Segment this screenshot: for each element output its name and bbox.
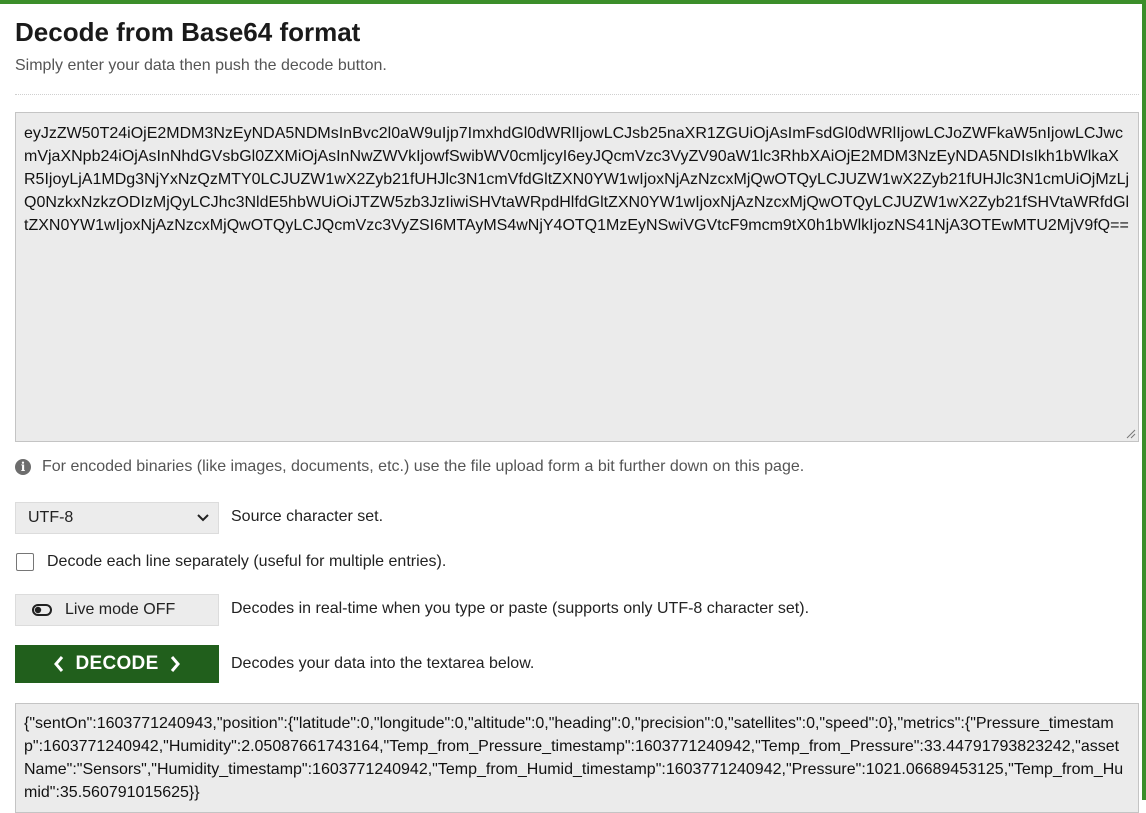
base64-input-textarea[interactable]: eyJzZW50T24iOjE2MDM3NzEyNDA5NDMsInBvc2l0… — [15, 112, 1139, 442]
chevron-down-icon — [197, 514, 209, 522]
page-subtitle: Simply enter your data then push the dec… — [15, 57, 387, 74]
line-option-row: Decode each line separately (useful for … — [15, 553, 446, 571]
page-title: Decode from Base64 format — [15, 17, 361, 47]
chevron-left-icon — [54, 656, 64, 672]
decode-button-label: DECODE — [75, 653, 159, 674]
live-mode-label: Live mode OFF — [65, 601, 176, 618]
info-text: For encoded binaries (like images, docum… — [42, 458, 805, 475]
decode-each-line-checkbox[interactable] — [16, 553, 34, 571]
resize-handle-icon[interactable] — [1125, 428, 1136, 439]
live-mode-description: Decodes in real-time when you type or pa… — [231, 600, 810, 617]
charset-select[interactable]: UTF-8 — [15, 502, 219, 534]
decoded-output-textarea[interactable]: {"sentOn":1603771240943,"position":{"lat… — [15, 703, 1139, 813]
chevron-right-icon — [170, 656, 180, 672]
toggle-off-icon — [32, 604, 52, 616]
decode-button[interactable]: DECODE — [15, 645, 219, 683]
charset-selected-value: UTF-8 — [28, 509, 74, 526]
line-option-label: Decode each line separately (useful for … — [47, 553, 447, 570]
live-mode-button[interactable]: Live mode OFF — [15, 594, 219, 626]
binary-info: i For encoded binaries (like images, doc… — [15, 458, 804, 476]
divider — [15, 94, 1139, 95]
charset-label: Source character set. — [231, 508, 384, 525]
decode-description: Decodes your data into the textarea belo… — [231, 655, 535, 672]
output-text: {"sentOn":1603771240943,"position":{"lat… — [24, 715, 1124, 801]
input-text: eyJzZW50T24iOjE2MDM3NzEyNDA5NDMsInBvc2l0… — [24, 125, 1130, 234]
info-icon: i — [15, 459, 31, 475]
